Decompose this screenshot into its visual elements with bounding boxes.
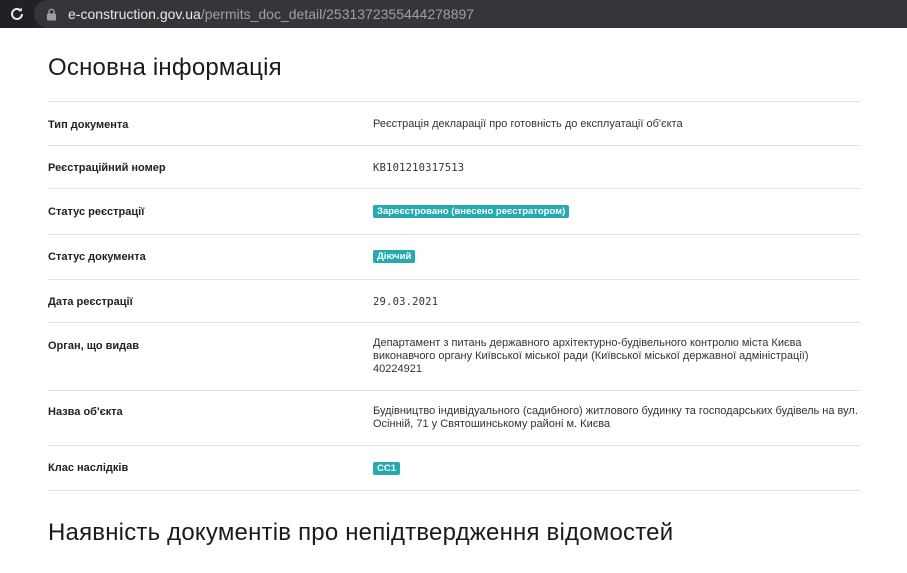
table-row: Статус реєстрації Зареєстровано (внесено…	[48, 188, 860, 234]
table-row: Реєстраційний номер КВ101210317513	[48, 145, 860, 188]
url-text[interactable]: e-construction.gov.ua/permits_doc_detail…	[68, 6, 474, 22]
row-value: Зареєстровано (внесено реєстратором)	[373, 205, 860, 218]
address-bar[interactable]: e-construction.gov.ua/permits_doc_detail…	[34, 0, 907, 28]
section-title-documents: Наявність документів про непідтвердження…	[48, 519, 674, 546]
row-label: Реєстраційний номер	[48, 162, 166, 174]
reload-icon[interactable]	[0, 0, 34, 28]
browser-toolbar: e-construction.gov.ua/permits_doc_detail…	[0, 0, 907, 28]
row-label: Статус реєстрації	[48, 206, 145, 218]
info-table: Тип документа Реєстрація декларації про …	[48, 101, 860, 491]
row-value: КВ101210317513	[373, 162, 465, 174]
class-badge: СС1	[373, 462, 401, 475]
row-value: Департамент з питань державного архітект…	[373, 337, 809, 375]
status-badge: Зареєстровано (внесено реєстратором)	[373, 205, 570, 218]
row-label: Статус документа	[48, 251, 146, 263]
table-row: Статус документа Діючий	[48, 234, 860, 279]
table-row: Дата реєстрації 29.03.2021	[48, 279, 860, 322]
table-row: Клас наслідків СС1	[48, 445, 860, 491]
row-value: Діючий	[373, 250, 860, 263]
section-title-main-info: Основна інформація	[48, 54, 282, 81]
row-value: 29.03.2021	[373, 296, 439, 308]
table-row: Тип документа Реєстрація декларації про …	[48, 101, 860, 145]
row-label: Клас наслідків	[48, 462, 129, 474]
row-label: Тип документа	[48, 119, 129, 131]
row-label: Назва об'єкта	[48, 406, 123, 418]
lock-icon[interactable]	[44, 7, 58, 21]
row-value: Реєстрація декларації про готовність до …	[373, 118, 683, 130]
table-row: Орган, що видав Департамент з питань дер…	[48, 322, 860, 390]
row-label: Дата реєстрації	[48, 296, 133, 308]
table-row: Назва об'єкта Будівництво індивідуальног…	[48, 390, 860, 445]
row-label: Орган, що видав	[48, 340, 140, 352]
row-value: СС1	[373, 462, 860, 475]
row-value: Будівництво індивідуального (садибного) …	[373, 405, 858, 430]
status-badge: Діючий	[373, 250, 416, 263]
url-path: /permits_doc_detail/2531372355444278897	[200, 6, 475, 22]
url-host: e-construction.gov.ua	[68, 6, 201, 22]
